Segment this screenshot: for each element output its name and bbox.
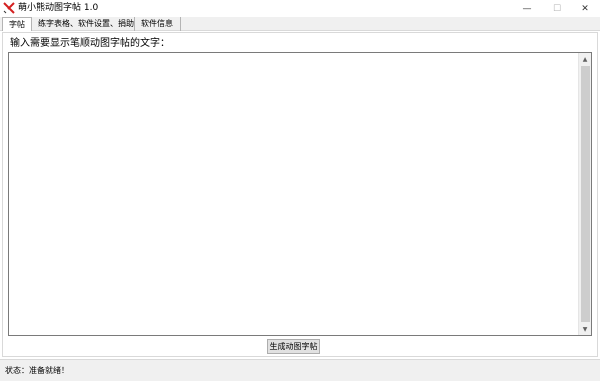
title-bar: 萌小熊动图字帖 1.0 — ☐ ✕ [0,0,600,17]
close-icon: ✕ [581,3,589,14]
minimize-icon: — [522,3,532,14]
generate-button[interactable]: 生成动图字帖 [267,339,320,354]
status-text: 状态：准备就绪！ [5,366,69,375]
tab-label: 字帖 [9,19,25,29]
tab-settings[interactable]: 练字表格、软件设置、捐助 [32,17,135,31]
tab-bar: 字帖 练字表格、软件设置、捐助 软件信息 [0,17,600,31]
tab-label: 软件信息 [141,19,173,28]
tab-zitie[interactable]: 字帖 [2,17,32,31]
close-button[interactable]: ✕ [570,0,600,17]
vertical-scrollbar[interactable]: ▲ ▼ [578,53,591,335]
maximize-icon: ☐ [552,3,562,14]
text-input-area[interactable] [8,52,592,336]
tab-label: 练字表格、软件设置、捐助 [38,19,134,28]
scroll-down-icon[interactable]: ▼ [579,323,591,335]
app-logo-icon [3,2,15,14]
scroll-thumb[interactable] [581,66,590,322]
tab-about[interactable]: 软件信息 [135,17,181,31]
minimize-button[interactable]: — [512,0,542,17]
scroll-up-icon[interactable]: ▲ [579,53,591,65]
window-title: 萌小熊动图字帖 1.0 [18,3,99,13]
status-bar: 状态：准备就绪！ [0,359,600,381]
input-prompt-label: 输入需要显示笔顺动图字帖的文字： [10,38,170,49]
maximize-button[interactable]: ☐ [542,0,572,17]
